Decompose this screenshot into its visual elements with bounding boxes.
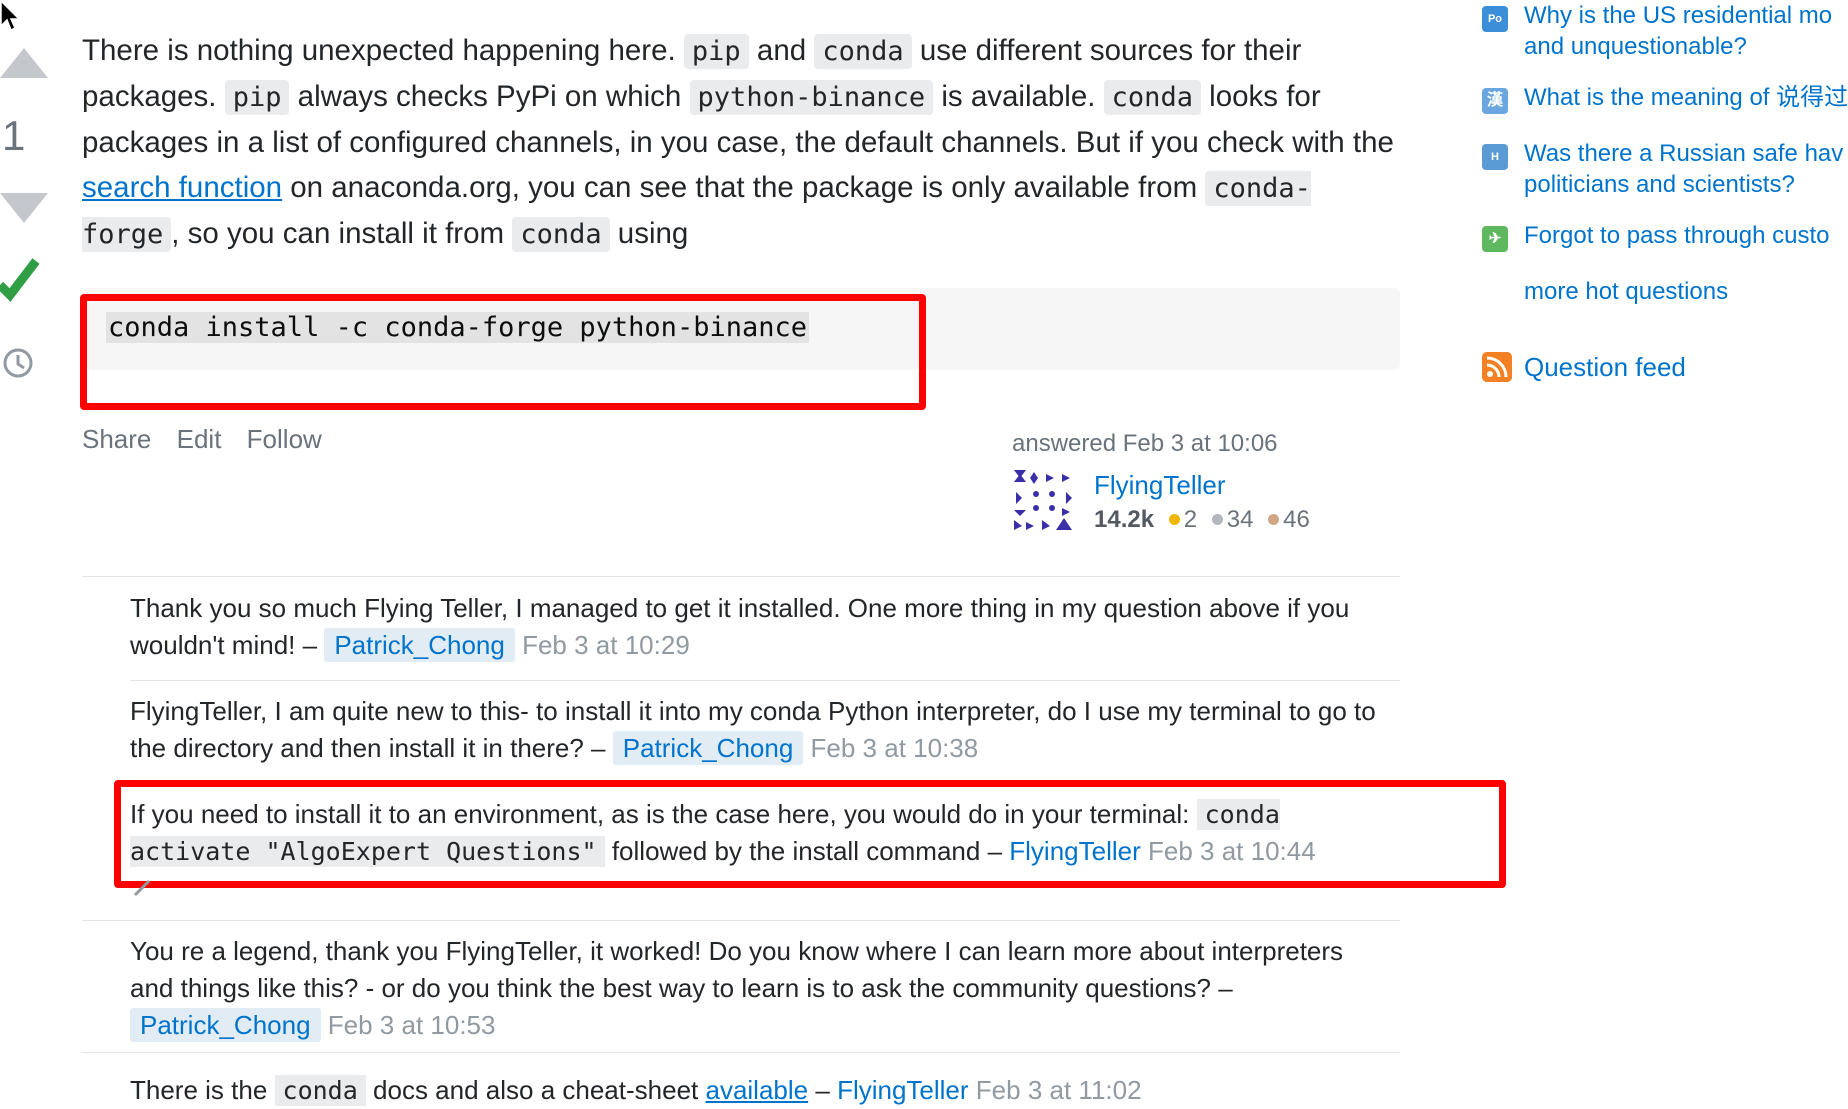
comment: There is the conda docs and also a cheat…	[130, 1072, 1390, 1109]
accepted-checkmark-icon	[0, 258, 40, 302]
comment-text: There is the	[130, 1075, 268, 1105]
user-card: answered Feb 3 at 10:06 FlyingTeller 14.…	[1012, 430, 1352, 533]
answer-text: on anaconda.org, you can see that the pa…	[290, 171, 1198, 204]
answer-text: There is nothing unexpected happening he…	[82, 34, 676, 67]
site-icon: H	[1482, 144, 1508, 170]
title-line: Was there a Russian safe hav	[1524, 140, 1844, 167]
comment: Thank you so much Flying Teller, I manag…	[130, 590, 1390, 664]
upvote-arrow-icon[interactable]	[0, 48, 48, 78]
title-line: and unquestionable?	[1524, 33, 1747, 60]
edit-pencil-icon[interactable]	[132, 876, 154, 898]
title-line: politicians and scientists?	[1524, 171, 1795, 198]
rss-feed-icon[interactable]	[1482, 352, 1512, 382]
comment-author-link[interactable]: Patrick_Chong	[612, 731, 804, 765]
reputation-score: 14.2k	[1094, 506, 1155, 533]
comment-date[interactable]: Feb 3 at 10:29	[522, 630, 690, 660]
comment-author-link[interactable]: Patrick_Chong	[324, 628, 515, 662]
answer-text: is available.	[941, 80, 1096, 113]
site-icon: 漢	[1482, 88, 1508, 114]
question-feed-link[interactable]: Question feed	[1524, 352, 1686, 383]
edit-link[interactable]: Edit	[177, 424, 222, 454]
inline-code: python-binance	[689, 80, 934, 115]
gold-badge-icon	[1168, 514, 1180, 526]
avatar-identicon-icon[interactable]	[1012, 468, 1076, 532]
comment-text: Thank you so much Flying Teller, I manag…	[130, 593, 1350, 660]
search-function-link[interactable]: search function	[82, 171, 282, 204]
answer-text: and	[756, 34, 807, 67]
hot-question-title[interactable]: Forgot to pass through custo	[1524, 220, 1830, 251]
highlight-box-code	[80, 294, 926, 410]
comment: FlyingTeller, I am quite new to this- to…	[130, 693, 1390, 767]
comment-author-link[interactable]: FlyingTeller	[837, 1075, 969, 1105]
comment-date[interactable]: Feb 3 at 11:02	[976, 1075, 1142, 1105]
comment-text: You re a legend, thank you FlyingTeller,…	[130, 936, 1344, 1003]
inline-code: conda	[814, 34, 912, 69]
answer-text: , so you can install it from	[171, 217, 505, 250]
answer-text: using	[617, 217, 689, 250]
inline-code: pip	[224, 80, 290, 115]
hot-question-title[interactable]: Why is the US residential mo and unquest…	[1524, 0, 1832, 62]
bronze-badge-icon	[1268, 514, 1280, 526]
title-line: Forgot to pass through custo	[1524, 222, 1830, 249]
comments-divider	[82, 576, 1400, 577]
gold-badge-count: 2	[1183, 506, 1198, 533]
title-line: What is the meaning of 说得过	[1524, 84, 1848, 111]
cheat-sheet-link[interactable]: available	[705, 1075, 808, 1105]
inline-code: pip	[683, 34, 749, 69]
comment-date[interactable]: Feb 3 at 10:53	[328, 1010, 496, 1040]
answered-timestamp: answered Feb 3 at 10:06	[1012, 430, 1278, 457]
site-icon: Po	[1482, 6, 1508, 32]
share-link[interactable]: Share	[82, 424, 151, 454]
more-hot-questions-link[interactable]: more hot questions	[1524, 278, 1728, 306]
comment-date[interactable]: Feb 3 at 10:38	[811, 733, 979, 763]
vote-column: 1	[0, 0, 60, 420]
comment-divider	[82, 920, 1400, 921]
comment-text: –	[815, 1075, 830, 1105]
silver-badge-icon	[1211, 514, 1223, 526]
inline-code: conda	[274, 1075, 366, 1106]
comment-divider	[130, 680, 1400, 681]
post-menu: Share Edit Follow	[82, 424, 340, 455]
downvote-arrow-icon[interactable]	[0, 193, 48, 223]
comment-divider	[82, 1052, 1400, 1053]
vote-count: 1	[2, 112, 26, 159]
comment-author-link[interactable]: Patrick_Chong	[130, 1008, 321, 1042]
user-reputation: 14.2k 2 34 46	[1094, 506, 1310, 534]
user-name-link[interactable]: FlyingTeller	[1094, 470, 1226, 501]
inline-code: conda	[1103, 80, 1201, 115]
comment-text: docs and also a cheat-sheet	[373, 1075, 699, 1105]
hot-question-title[interactable]: What is the meaning of 说得过	[1524, 82, 1848, 113]
answer-text: always checks PyPi on which	[297, 80, 682, 113]
site-icon: ✈	[1482, 226, 1508, 252]
title-line: Why is the US residential mo	[1524, 2, 1833, 29]
hot-question-title[interactable]: Was there a Russian safe hav politicians…	[1524, 138, 1843, 200]
highlight-box-comment	[114, 780, 1506, 888]
inline-code: conda	[512, 217, 610, 252]
silver-badge-count: 34	[1226, 506, 1254, 533]
answer-body: There is nothing unexpected happening he…	[82, 28, 1402, 257]
comment: You re a legend, thank you FlyingTeller,…	[130, 933, 1390, 1044]
history-icon[interactable]	[0, 345, 36, 381]
follow-link[interactable]: Follow	[247, 424, 322, 454]
bronze-badge-count: 46	[1283, 506, 1310, 533]
